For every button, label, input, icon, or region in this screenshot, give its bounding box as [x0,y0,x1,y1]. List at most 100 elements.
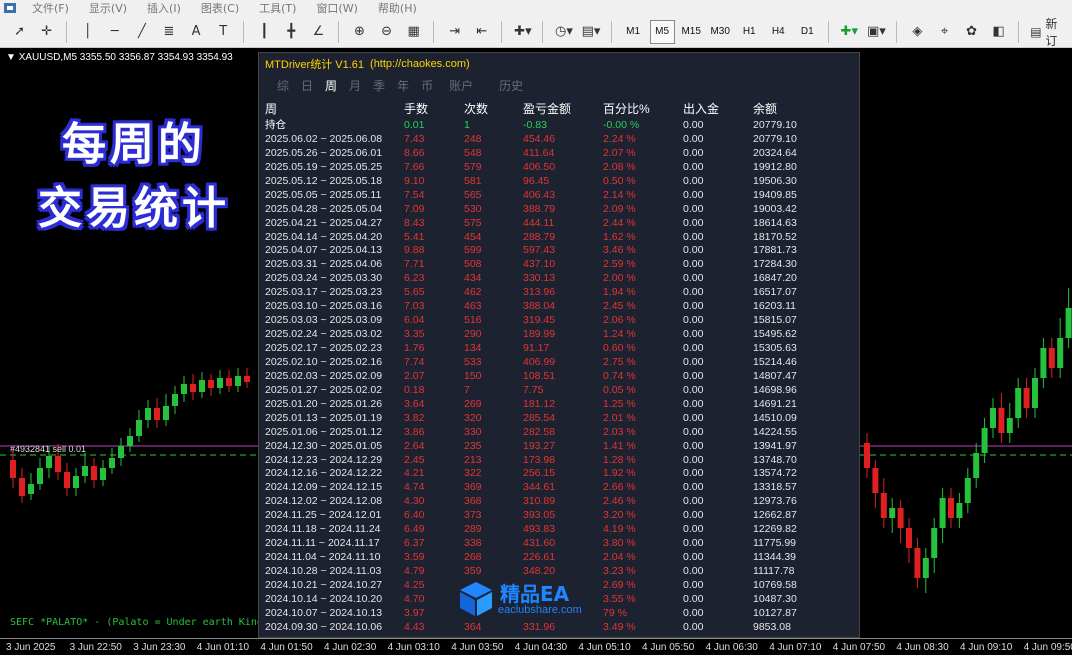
periods-clock-icon[interactable]: ◷▾ [552,20,575,44]
cell-trades: 268 [464,551,482,564]
table-row: 2025.04.28 ~ 2025.05.04 7.09 530 388.79 2.09… [265,202,833,216]
order-line-label[interactable]: #4932841 sell 0.01 [10,444,86,454]
cell-profit: 96.45 [523,174,550,187]
cell-balance: 15815.07 [753,314,797,327]
text-label-icon[interactable]: T [212,20,235,44]
timeframe-m5[interactable]: M5 [649,19,675,44]
cell-lots: 4.30 [404,495,425,508]
cell-percent: 2.44 % [603,216,636,229]
cell-balance: 12662.87 [753,509,797,522]
menu-help[interactable]: 帮助(H) [368,0,427,16]
tab-week[interactable]: 周 [325,77,337,94]
cell-lots: 7.71 [404,258,425,271]
tab-overview[interactable]: 综 [277,77,289,94]
chart-shift-icon[interactable]: ⇤ [470,20,493,44]
cell-lots: 7.66 [404,160,425,173]
time-axis-label: 4 Jun 09:10 [960,642,1013,653]
channel-icon[interactable]: ≣ [157,20,180,44]
box-logo-icon [460,582,492,616]
profiles-icon[interactable]: ▣▾ [865,20,888,44]
cell-balance: 13574.72 [753,467,797,480]
tab-month[interactable]: 月 [349,77,361,94]
cell-profit: 181.12 [523,397,556,410]
panel-url[interactable]: (http://chaokes.com) [370,58,470,70]
cell-percent: 2.03 % [603,425,636,438]
candle-body [939,498,946,528]
time-axis-label: 4 Jun 03:50 [451,642,504,653]
timeframe-d1[interactable]: D1 [795,20,820,44]
table-row: 2025.02.03 ~ 2025.02.09 2.07 150 108.51 0.74… [265,369,833,383]
cell-balance: 14807.47 [753,369,797,382]
candle-body [19,478,25,496]
timeframe-m15[interactable]: M15 [679,20,704,44]
tab-account[interactable]: 账户 [449,77,473,94]
experts-icon[interactable]: ✿ [960,20,983,44]
cell-balance: 19912.80 [753,160,797,173]
cell-lots: 8.66 [404,146,425,159]
toolbar-separator [242,20,245,43]
menu-tools[interactable]: 工具(T) [249,0,306,16]
line-chart-icon[interactable]: ∠ [307,20,330,44]
templates-icon[interactable]: ▤▾ [580,20,603,44]
candle-body [1048,348,1055,368]
tab-quarter[interactable]: 季 [373,77,385,94]
candle-body [127,436,133,446]
cell-week-range: 2025.01.27 ~ 2025.02.02 [265,383,383,396]
chart-menu-icon[interactable]: ▼ [6,52,16,63]
cell-trades: 581 [464,174,482,187]
horizontal-line-icon[interactable]: ─ [103,20,126,44]
text-tool-icon[interactable]: A [185,20,208,44]
time-axis-label: 3 Jun 23:30 [133,642,186,653]
table-row: 2024.11.25 ~ 2024.12.01 6.40 373 393.05 3.20… [265,508,833,522]
navigator-icon[interactable]: ◈ [906,20,929,44]
tab-currency[interactable]: 币 [421,77,433,94]
cell-lots: 3.82 [404,411,425,424]
tab-day[interactable]: 日 [301,77,313,94]
cell-week-range: 2025.05.19 ~ 2025.05.25 [265,160,383,173]
cell-profit: 319.45 [523,314,556,327]
candle-body [922,558,929,578]
header-balance: 余额 [753,101,778,116]
cell-trades: 463 [464,300,482,313]
menu-charts[interactable]: 图表(C) [191,0,249,16]
menu-window[interactable]: 窗口(W) [306,0,367,16]
indicators-icon[interactable]: ✚▾ [511,20,534,44]
cell-week-range: 2025.04.14 ~ 2025.04.20 [265,230,383,243]
menu-file[interactable]: 文件(F) [22,0,79,16]
new-chart-icon[interactable]: ✚▾ [838,20,861,44]
crosshair-icon[interactable]: ✛ [35,20,58,44]
autoscroll-icon[interactable]: ⇥ [443,20,466,44]
cell-percent: 1.41 % [603,439,636,452]
bar-chart-icon[interactable]: ┃ [253,20,276,44]
menu-insert[interactable]: 插入(I) [137,0,191,16]
cell-balance: 15214.46 [753,355,797,368]
tab-history[interactable]: 历史 [499,77,523,94]
candlestick-icon[interactable]: ╋ [280,20,303,44]
zoom-in-icon[interactable]: ⊕ [348,20,371,44]
cell-lots: 6.23 [404,272,425,285]
crosshair-target-icon[interactable]: ⌖ [933,20,956,44]
new-order-button[interactable]: ▤ 新订 [1028,17,1070,48]
timeframe-h1[interactable]: H1 [737,20,762,44]
data-window-icon[interactable]: ◧ [987,20,1010,44]
vertical-line-icon[interactable]: │ [76,20,99,44]
toolbar-separator [610,20,613,43]
table-row: 2025.02.10 ~ 2025.02.16 7.74 533 406.99 2.75… [265,355,833,369]
timeframe-m30[interactable]: M30 [708,20,733,44]
cell-deposit: 0.00 [683,300,704,313]
cursor-arrow-icon[interactable]: ➚ [8,20,31,44]
cell-balance: 12973.76 [753,495,797,508]
symbol-ohlc: XAUUSD,M5 3355.50 3356.87 3354.93 3354.9… [18,52,233,63]
zoom-out-icon[interactable]: ⊖ [375,20,398,44]
menu-view[interactable]: 显示(V) [79,0,137,16]
tab-year[interactable]: 年 [397,77,409,94]
cell-balance: 14691.21 [753,397,797,410]
candle-body [880,493,887,518]
trendline-icon[interactable]: ╱ [130,20,153,44]
timeframe-m1[interactable]: M1 [621,20,646,44]
cell-deposit: 0.00 [683,314,704,327]
tile-windows-icon[interactable]: ▦ [402,20,425,44]
cell-lots: 3.86 [404,425,425,438]
timeframe-h4[interactable]: H4 [766,20,791,44]
cell-profit: 344.61 [523,481,556,494]
